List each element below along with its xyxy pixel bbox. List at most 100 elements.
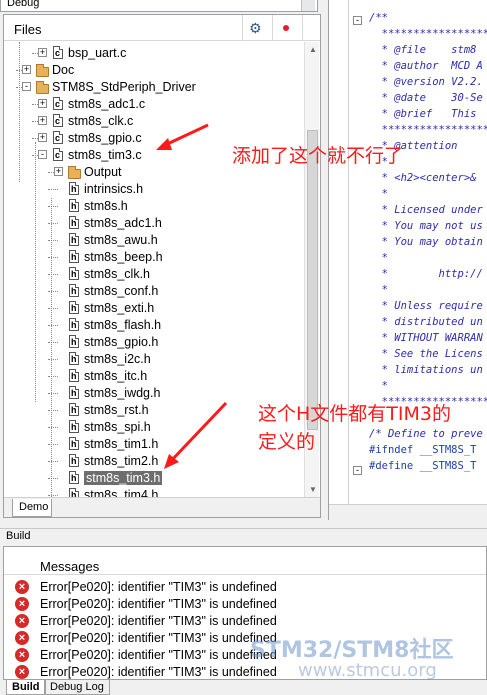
expand-icon[interactable]: + <box>22 65 31 74</box>
code-line: * Licensed under <box>369 204 483 216</box>
tree-item[interactable]: h stm8s_clk.h <box>4 266 302 283</box>
tree-item[interactable]: h stm8s_conf.h <box>4 283 302 300</box>
tree-connector <box>48 206 58 207</box>
build-title-label: Build <box>6 530 31 542</box>
folder-icon <box>36 64 49 77</box>
tree-connector <box>48 325 58 326</box>
tree-item[interactable]: h stm8s_gpio.h <box>4 334 302 351</box>
tree-connector <box>48 410 58 411</box>
collapse-icon[interactable]: - <box>38 150 47 159</box>
tree-connector <box>48 308 58 309</box>
code-line: * @file stm8 <box>369 44 477 56</box>
code-editor[interactable]: /** ******************** * @file stm8 * … <box>328 0 487 520</box>
tree-item[interactable]: h stm8s_tim2.h <box>4 453 302 470</box>
h-file-icon: h <box>69 420 79 433</box>
tree-item-label: stm8s_conf.h <box>84 284 159 298</box>
tree-item-label: stm8s_clk.c <box>68 114 134 128</box>
file-type-glyph: h <box>71 184 77 194</box>
file-type-glyph: h <box>71 303 77 313</box>
tab-build[interactable]: Build <box>6 680 46 695</box>
tree-item-label: stm8s_adc1.c <box>68 97 146 111</box>
tree-item-label: stm8s_clk.h <box>84 267 150 281</box>
build-message-row[interactable]: × Error[Pe020]: identifier "TIM3" is unde… <box>4 595 486 612</box>
h-file-icon: h <box>69 301 79 314</box>
editor-gutter <box>329 0 349 520</box>
code-line: #define __STM8S_T <box>369 460 477 472</box>
c-file-icon: c <box>53 46 63 59</box>
code-line: * Unless require <box>369 300 483 312</box>
column-divider[interactable] <box>302 15 303 41</box>
tree-item[interactable]: h stm8s_iwdg.h <box>4 385 302 402</box>
c-file-icon: c <box>53 114 63 127</box>
build-message-text: Error[Pe020]: identifier "TIM3" is undef… <box>40 597 277 611</box>
expand-icon[interactable]: + <box>38 133 47 142</box>
h-file-icon: h <box>69 403 79 416</box>
tree-item[interactable]: h stm8s_beep.h <box>4 249 302 266</box>
tab-debug-log[interactable]: Debug Log <box>44 680 110 695</box>
tree-item[interactable]: h intrinsics.h <box>4 181 302 198</box>
file-type-glyph: h <box>71 388 77 398</box>
collapse-icon[interactable]: - <box>22 82 31 91</box>
scrollbar-thumb[interactable] <box>307 130 318 430</box>
tree-item-label: stm8s_tim3.c <box>68 148 142 162</box>
tree-item[interactable]: h stm8s.h <box>4 198 302 215</box>
tree-connector <box>48 189 58 190</box>
tree-item-label: stm8s_i2c.h <box>84 352 151 366</box>
column-divider[interactable] <box>272 15 273 41</box>
breakpoint-dot-icon <box>283 25 289 31</box>
tree-item-label: Output <box>84 165 122 179</box>
expand-icon[interactable]: + <box>38 99 47 108</box>
tree-item[interactable]: + c stm8s_adc1.c <box>4 96 302 113</box>
tree-connector <box>48 291 58 292</box>
expand-icon[interactable]: + <box>38 116 47 125</box>
tree-item-label: stm8s_tim1.h <box>84 437 159 451</box>
folder-icon <box>36 81 49 94</box>
expand-icon[interactable]: + <box>54 167 63 176</box>
code-line: ******************** <box>381 124 487 136</box>
tree-item-label: stm8s_tim4.h <box>84 488 159 497</box>
tree-item-label: stm8s_awu.h <box>84 233 158 247</box>
file-type-glyph: h <box>71 235 77 245</box>
chevron-down-icon[interactable] <box>301 0 315 11</box>
c-file-icon: c <box>53 97 63 110</box>
tree-item[interactable]: - STM8S_StdPeriph_Driver <box>4 79 302 96</box>
tree-item-label: stm8s_rst.h <box>84 403 149 417</box>
editor-hscrollbar[interactable] <box>329 504 487 520</box>
tree-item[interactable]: h stm8s_flash.h <box>4 317 302 334</box>
tree-item-label: intrinsics.h <box>84 182 144 196</box>
tree-item[interactable]: h stm8s_itc.h <box>4 368 302 385</box>
messages-column-header[interactable]: Messages <box>4 547 486 575</box>
tree-item[interactable]: + c bsp_uart.c <box>4 45 302 62</box>
tree-item[interactable]: h stm8s_adc1.h <box>4 215 302 232</box>
tree-item[interactable]: h stm8s_i2c.h <box>4 351 302 368</box>
code-line: * <box>369 252 388 264</box>
error-icon: × <box>15 631 29 645</box>
tree-item[interactable]: h stm8s_tim3.h <box>4 470 302 487</box>
build-message-row[interactable]: × Error[Pe020]: identifier "TIM3" is unde… <box>4 578 486 595</box>
gear-icon[interactable]: ⚙ <box>249 20 262 37</box>
scroll-down-icon[interactable]: ▼ <box>309 485 317 494</box>
tree-connector <box>48 359 58 360</box>
tree-item[interactable]: h stm8s_exti.h <box>4 300 302 317</box>
tree-item[interactable]: + Doc <box>4 62 302 79</box>
scroll-up-icon[interactable]: ▲ <box>309 45 317 54</box>
error-icon: × <box>15 648 29 662</box>
fold-toggle-icon[interactable]: - <box>353 466 362 475</box>
tree-item[interactable]: h stm8s_tim4.h <box>4 487 302 497</box>
build-message-text: Error[Pe020]: identifier "TIM3" is undef… <box>40 665 277 679</box>
configuration-dropdown[interactable]: Debug <box>0 0 318 12</box>
tree-item-label: stm8s_tim2.h <box>84 454 159 468</box>
file-type-glyph: c <box>55 150 61 160</box>
tree-item[interactable]: h stm8s_awu.h <box>4 232 302 249</box>
tree-connector <box>48 223 58 224</box>
tree-item[interactable]: + c stm8s_clk.c <box>4 113 302 130</box>
tree-connector <box>48 393 58 394</box>
fold-toggle-icon[interactable]: - <box>353 16 362 25</box>
files-column-header[interactable]: Files <box>14 22 41 37</box>
tab-demo[interactable]: Demo <box>12 499 52 517</box>
build-message-row[interactable]: × Error[Pe020]: identifier "TIM3" is unde… <box>4 612 486 629</box>
code-line: * WITHOUT WARRAN <box>369 332 483 344</box>
expand-icon[interactable]: + <box>38 48 47 57</box>
column-divider[interactable] <box>242 15 243 41</box>
tree-item-label: stm8s_gpio.h <box>84 335 159 349</box>
